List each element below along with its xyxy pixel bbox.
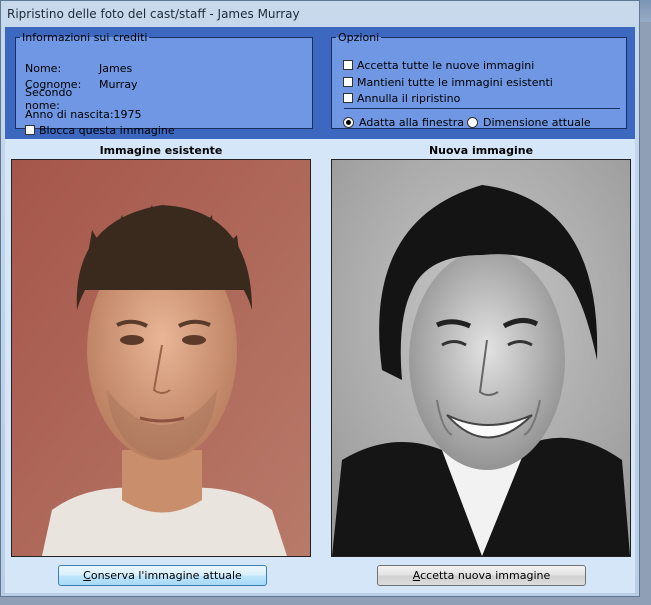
actual-size-label[interactable]: Dimensione attuale [483,116,591,129]
window-title: Ripristino delle foto del cast/staff - J… [7,7,300,21]
first-name-row: Nome: James [25,61,132,75]
options-panel: Informazioni sui crediti Nome: James Cog… [5,27,635,139]
birth-year-row: Anno di nascita: 1975 [25,107,142,121]
options-legend: Opzioni [338,31,380,44]
accept-all-checkbox[interactable] [343,60,353,70]
keep-button-mnemonic: C [83,569,91,582]
fit-window-radio[interactable] [343,116,354,128]
keep-all-label[interactable]: Mantieni tutte le immagini esistenti [357,76,553,89]
accept-all-row[interactable]: Accetta tutte le nuove immagini [343,58,534,72]
options-divider [344,108,620,109]
credits-info-legend: Informazioni sui crediti [22,31,148,44]
actual-size-row[interactable]: Dimensione attuale [467,115,591,129]
title-bar[interactable]: Ripristino delle foto del cast/staff - J… [1,1,639,27]
image-comparison-area: Immagine esistente Conserva l'immagine a… [5,139,635,593]
existing-image [11,159,311,557]
accept-button-label: ccetta nuova immagine [420,569,551,582]
last-name-value: Murray [99,77,138,91]
lock-image-label[interactable]: Blocca questa immagine [39,124,175,137]
middle-name-row: Secondo nome: [25,86,99,112]
lock-image-checkbox-row[interactable]: Blocca questa immagine [25,123,175,137]
lock-image-checkbox[interactable] [25,125,35,135]
birth-year-label: Anno di nascita: [25,107,114,121]
accept-button-mnemonic: A [412,569,421,582]
actual-size-radio[interactable] [467,116,478,128]
dialog-window: Ripristino delle foto del cast/staff - J… [0,0,640,597]
cancel-restore-row[interactable]: Annulla il ripristino [343,91,460,105]
birth-year-value: 1975 [113,107,142,121]
cancel-restore-label[interactable]: Annulla il ripristino [357,92,460,105]
accept-all-label[interactable]: Accetta tutte le nuove immagini [357,59,534,72]
fit-window-label[interactable]: Adatta alla finestra [359,116,464,129]
existing-image-title: Immagine esistente [99,144,223,157]
first-name-value: James [99,61,133,75]
accept-new-image-button[interactable]: Accetta nuova immagine [377,565,586,586]
keep-button-label: onserva l'immagine attuale [90,569,242,582]
cancel-restore-checkbox[interactable] [343,93,353,103]
keep-all-row[interactable]: Mantieni tutte le immagini esistenti [343,75,553,89]
first-name-label: Nome: [25,61,62,75]
keep-current-image-button[interactable]: Conserva l'immagine attuale [58,565,267,586]
keep-all-checkbox[interactable] [343,77,353,87]
new-image-title: Nuova immagine [428,144,534,157]
fit-window-row[interactable]: Adatta alla finestra [343,115,464,129]
new-image [331,159,631,557]
options-group: Opzioni Accetta tutte le nuove immagini … [331,31,627,129]
credits-info-group: Informazioni sui crediti Nome: James Cog… [15,31,313,137]
